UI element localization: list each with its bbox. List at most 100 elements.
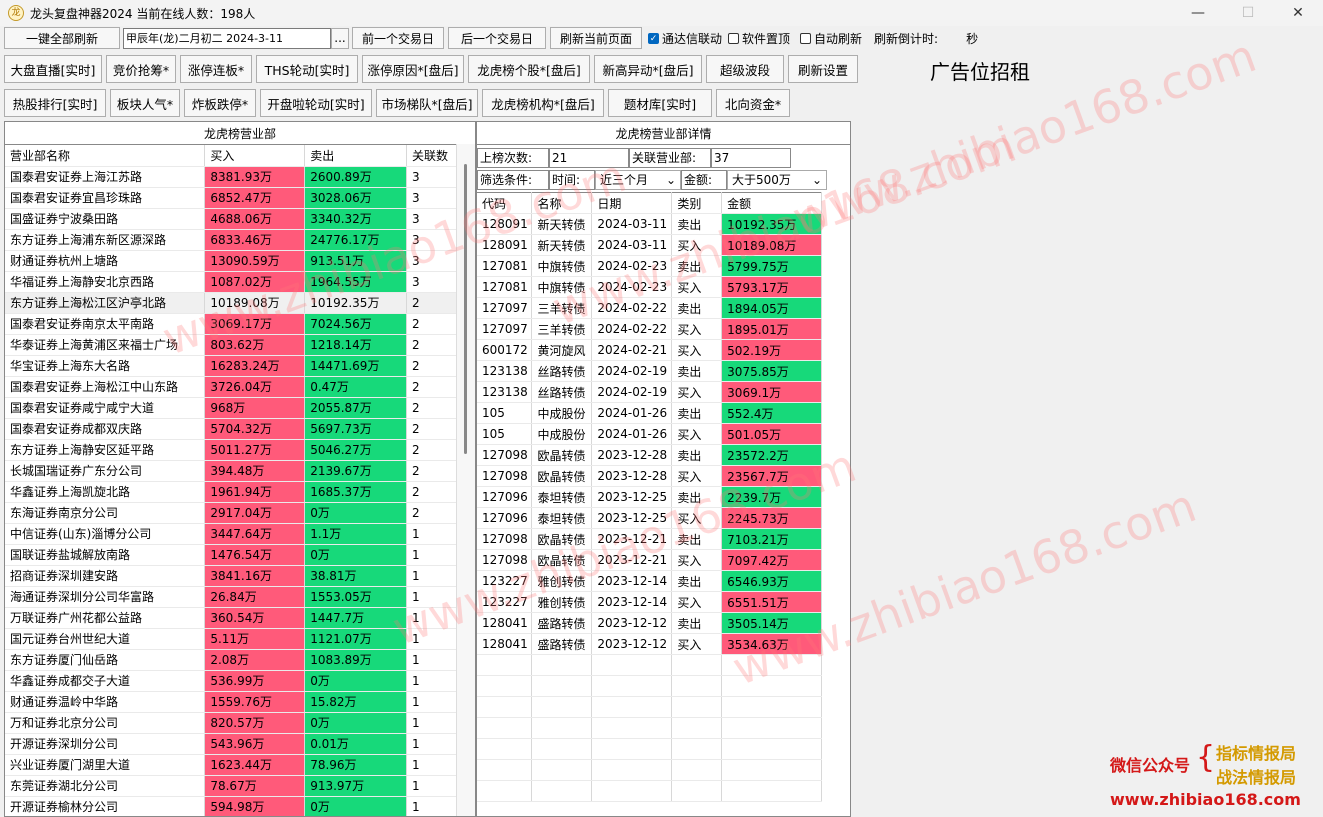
- table-row[interactable]: 国元证券台州世纪大道 5.11万 1121.07万 1: [5, 628, 457, 650]
- table-row[interactable]: 华宝证券上海东大名路 16283.24万 14471.69万 2: [5, 355, 457, 377]
- table-row[interactable]: 国联证券盐城解放南路 1476.54万 0万 1: [5, 544, 457, 566]
- nav-button-r2-3[interactable]: 开盘啦轮动[实时]: [260, 89, 372, 117]
- table-row[interactable]: 东方证券上海浦东新区源深路 6833.46万 24776.17万 3: [5, 229, 457, 251]
- amount-select[interactable]: 大于500万 ⌄: [727, 169, 827, 190]
- table-row[interactable]: 105 中成股份 2024-01-26 买入 501.05万: [477, 423, 822, 445]
- column-header[interactable]: 营业部名称: [5, 145, 206, 167]
- table-row[interactable]: 127098 欧晶转债 2023-12-28 卖出 23572.2万: [477, 444, 822, 466]
- refresh-page-button[interactable]: 刷新当前页面: [550, 27, 642, 49]
- table-row[interactable]: 开源证券深圳分公司 543.96万 0.01万 1: [5, 733, 457, 755]
- nav-button-r1-0[interactable]: 大盘直播[实时]: [4, 55, 102, 83]
- table-row[interactable]: 国泰君安证券上海松江中山东路 3726.04万 0.47万 2: [5, 376, 457, 398]
- top-most-checkbox[interactable]: 软件置顶: [728, 30, 790, 47]
- table-row[interactable]: 127096 泰坦转债 2023-12-25 卖出 2239.7万: [477, 486, 822, 508]
- column-header[interactable]: 卖出: [304, 145, 408, 167]
- close-button[interactable]: ✕: [1273, 0, 1323, 26]
- table-row[interactable]: 600172 黄河旋风 2024-02-21 买入 502.19万: [477, 339, 822, 361]
- table-row[interactable]: 东莞证券湖北分公司 78.67万 913.97万 1: [5, 775, 457, 797]
- table-row[interactable]: 东方证券上海松江区沪亭北路 10189.08万 10192.35万 2: [5, 292, 457, 314]
- scrollbar-thumb[interactable]: [464, 164, 467, 454]
- table-row[interactable]: 东方证券厦门仙岳路 2.08万 1083.89万 1: [5, 649, 457, 671]
- column-header[interactable]: 代码: [477, 192, 533, 214]
- table-row[interactable]: 105 中成股份 2024-01-26 卖出 552.4万: [477, 402, 822, 424]
- refresh-all-button[interactable]: 一键全部刷新: [4, 27, 120, 49]
- table-row[interactable]: 财通证券杭州上塘路 13090.59万 913.51万 3: [5, 250, 457, 272]
- table-row[interactable]: 国泰君安证券上海江苏路 8381.93万 2600.89万 3: [5, 166, 457, 188]
- table-row[interactable]: 国泰君安证券宜昌珍珠路 6852.47万 3028.06万 3: [5, 187, 457, 209]
- nav-button-r1-4[interactable]: 涨停原因*[盘后]: [362, 55, 464, 83]
- table-row[interactable]: 华福证券上海静安北京西路 1087.02万 1964.55万 3: [5, 271, 457, 293]
- nav-button-r2-6[interactable]: 题材库[实时]: [608, 89, 712, 117]
- tdx-link-checkbox[interactable]: ✓ 通达信联动: [648, 30, 722, 47]
- nav-button-r2-5[interactable]: 龙虎榜机构*[盘后]: [482, 89, 604, 117]
- table-row[interactable]: 127081 中旗转债 2024-02-23 卖出 5799.75万: [477, 255, 822, 277]
- code-cell: 128091: [477, 234, 533, 256]
- auto-refresh-checkbox[interactable]: 自动刷新: [800, 30, 862, 47]
- table-row[interactable]: 123227 雅创转债 2023-12-14 买入 6551.51万: [477, 591, 822, 613]
- nav-button-r1-7[interactable]: 超级波段: [706, 55, 784, 83]
- table-row[interactable]: 长城国瑞证券广东分公司 394.48万 2139.67万 2: [5, 460, 457, 482]
- table-row[interactable]: 123227 雅创转债 2023-12-14 卖出 6546.93万: [477, 570, 822, 592]
- column-header[interactable]: 金额: [721, 192, 822, 214]
- list-count-label: 上榜次数:: [477, 147, 549, 168]
- date-picker-button[interactable]: ...: [331, 27, 349, 49]
- minimize-button[interactable]: —: [1173, 0, 1223, 26]
- table-row[interactable]: 128091 新天转债 2024-03-11 卖出 10192.35万: [477, 213, 822, 235]
- table-row[interactable]: 127081 中旗转债 2024-02-23 买入 5793.17万: [477, 276, 822, 298]
- time-select[interactable]: 近三个月 ⌄: [595, 169, 681, 190]
- table-row[interactable]: 中信证券(山东)淄博分公司 3447.64万 1.1万 1: [5, 523, 457, 545]
- table-row[interactable]: 招商证券深圳建安路 3841.16万 38.81万 1: [5, 565, 457, 587]
- table-row[interactable]: 128041 盛路转债 2023-12-12 卖出 3505.14万: [477, 612, 822, 634]
- nav-button-r2-7[interactable]: 北向资金*: [716, 89, 790, 117]
- next-trading-day-button[interactable]: 后一个交易日: [448, 27, 546, 49]
- column-header[interactable]: 类别: [671, 192, 723, 214]
- nav-button-r2-1[interactable]: 板块人气*: [110, 89, 180, 117]
- nav-button-r2-4[interactable]: 市场梯队*[盘后]: [376, 89, 478, 117]
- nav-button-r1-5[interactable]: 龙虎榜个股*[盘后]: [468, 55, 590, 83]
- table-row[interactable]: 127098 欧晶转债 2023-12-21 买入 7097.42万: [477, 549, 822, 571]
- table-row[interactable]: 东方证券上海静安区延平路 5011.27万 5046.27万 2: [5, 439, 457, 461]
- table-row[interactable]: 123138 丝路转债 2024-02-19 买入 3069.1万: [477, 381, 822, 403]
- column-header[interactable]: 关联数: [406, 145, 457, 167]
- nav-button-r1-8[interactable]: 刷新设置: [788, 55, 858, 83]
- table-row[interactable]: 128041 盛路转债 2023-12-12 买入 3534.63万: [477, 633, 822, 655]
- nav-button-r1-2[interactable]: 涨停连板*: [180, 55, 252, 83]
- nav-button-r2-2[interactable]: 炸板跌停*: [184, 89, 256, 117]
- table-row[interactable]: 华鑫证券成都交子大道 536.99万 0万 1: [5, 670, 457, 692]
- table-row[interactable]: 万联证券广州花都公益路 360.54万 1447.7万 1: [5, 607, 457, 629]
- nav-button-r1-1[interactable]: 竞价抢筹*: [106, 55, 176, 83]
- column-header[interactable]: 名称: [531, 192, 593, 214]
- table-row[interactable]: 国盛证券宁波桑田路 4688.06万 3340.32万 3: [5, 208, 457, 230]
- table-row[interactable]: 财通证券温岭中华路 1559.76万 15.82万 1: [5, 691, 457, 713]
- broker-list-scrollbar[interactable]: [456, 144, 475, 816]
- table-row[interactable]: 国泰君安证券成都双庆路 5704.32万 5697.73万 2: [5, 418, 457, 440]
- table-row[interactable]: 开源证券榆林分公司 594.98万 0万 1: [5, 796, 457, 816]
- table-row[interactable]: 华泰证券上海黄浦区来福士广场 803.62万 1218.14万 2: [5, 334, 457, 356]
- nav-button-r1-6[interactable]: 新高异动*[盘后]: [594, 55, 702, 83]
- column-header[interactable]: 买入: [204, 145, 306, 167]
- table-row[interactable]: 国泰君安证券南京太平南路 3069.17万 7024.56万 2: [5, 313, 457, 335]
- table-row[interactable]: 海通证券深圳分公司华富路 26.84万 1553.05万 1: [5, 586, 457, 608]
- table-row[interactable]: 兴业证券厦门湖里大道 1623.44万 78.96万 1: [5, 754, 457, 776]
- table-row[interactable]: 127096 泰坦转债 2023-12-25 买入 2245.73万: [477, 507, 822, 529]
- prev-trading-day-button[interactable]: 前一个交易日: [352, 27, 444, 49]
- name-cell: 中成股份: [531, 423, 593, 445]
- column-header[interactable]: 日期: [591, 192, 673, 214]
- table-row[interactable]: 128091 新天转债 2024-03-11 买入 10189.08万: [477, 234, 822, 256]
- nav-button-r1-3[interactable]: THS轮动[实时]: [256, 55, 358, 83]
- table-row[interactable]: 127097 三羊转债 2024-02-22 卖出 1894.05万: [477, 297, 822, 319]
- table-row[interactable]: 华鑫证券上海凯旋北路 1961.94万 1685.37万 2: [5, 481, 457, 503]
- nav-button-r2-0[interactable]: 热股排行[实时]: [4, 89, 106, 117]
- table-row[interactable]: 127097 三羊转债 2024-02-22 买入 1895.01万: [477, 318, 822, 340]
- name-cell: 泰坦转债: [531, 507, 593, 529]
- maximize-button[interactable]: ☐: [1223, 0, 1273, 26]
- date-field[interactable]: 甲辰年(龙)二月初二 2024-3-11: [123, 27, 331, 49]
- amount-cell: 7103.21万: [721, 528, 822, 550]
- table-row[interactable]: 127098 欧晶转债 2023-12-21 卖出 7103.21万: [477, 528, 822, 550]
- table-row[interactable]: 东海证券南京分公司 2917.04万 0万 2: [5, 502, 457, 524]
- table-row[interactable]: 国泰君安证券咸宁咸宁大道 968万 2055.87万 2: [5, 397, 457, 419]
- table-row[interactable]: 万和证券北京分公司 820.57万 0万 1: [5, 712, 457, 734]
- table-row[interactable]: 127098 欧晶转债 2023-12-28 买入 23567.7万: [477, 465, 822, 487]
- table-row[interactable]: 123138 丝路转债 2024-02-19 卖出 3075.85万: [477, 360, 822, 382]
- type-cell: 卖出: [671, 486, 723, 508]
